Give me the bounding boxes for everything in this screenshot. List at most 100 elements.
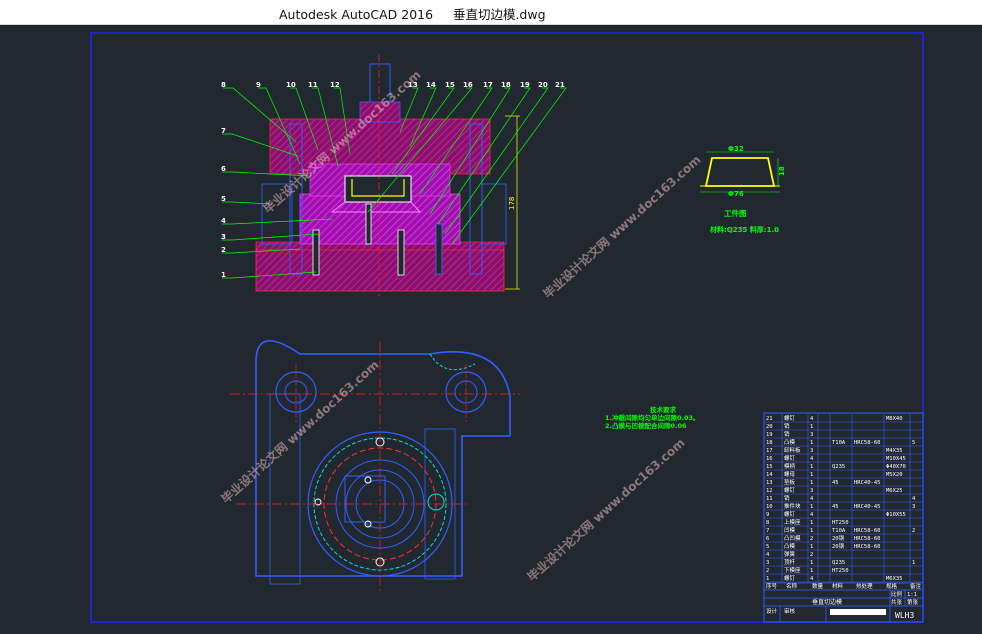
svg-text:20: 20: [538, 81, 548, 89]
parts-list-cell: 10: [766, 504, 773, 510]
svg-text:第张: 第张: [907, 598, 919, 606]
parts-list-cell: 1: [810, 424, 813, 430]
parts-list-cell: 销: [784, 494, 790, 502]
svg-text:10: 10: [286, 81, 296, 89]
svg-text:5: 5: [221, 195, 226, 203]
svg-text:1.冲裁间隙均匀单边间隙0.03。: 1.冲裁间隙均匀单边间隙0.03。: [605, 413, 700, 422]
parts-list-cell: 18: [766, 440, 773, 446]
parts-list-cell: 2: [810, 552, 813, 558]
parts-list-cell: 19: [766, 432, 773, 438]
workpiece-caption: 工件图: [724, 208, 747, 218]
svg-text:19: 19: [520, 81, 530, 89]
parts-list-cell: 4: [810, 416, 814, 422]
parts-list-cell: 8: [766, 520, 769, 526]
parts-list-cell: 螺钉: [784, 414, 796, 422]
parts-list-cell: 2: [766, 568, 769, 574]
parts-list-cell: 4: [810, 496, 814, 502]
svg-text:备注: 备注: [910, 582, 922, 590]
parts-list-cell: 螺钉: [784, 510, 796, 518]
parts-list-cell: 凸凹模: [784, 534, 801, 542]
parts-list-cell: 1: [810, 504, 813, 510]
drawing-frame: [90, 32, 924, 623]
svg-text:共张: 共张: [891, 598, 903, 606]
drawing-canvas[interactable]: 178 8 9 10 11 12 13 14 15 16 17 18 19 20…: [0, 24, 982, 634]
workpiece-side-dim: 18: [778, 166, 786, 176]
svg-text:9: 9: [256, 81, 261, 89]
title-block: 21 螺钉 4 M8X4020 销 119 销 318 凸模 1 T10A HRC58-60 517 卸料…: [763, 412, 924, 623]
parts-list-cell: 11: [766, 496, 773, 502]
parts-list-cell: 1: [912, 560, 915, 566]
parts-list-cell: 上模座: [784, 518, 801, 526]
svg-text:比例: 比例: [891, 590, 903, 598]
workpiece-bottom-dim: Φ76: [728, 190, 744, 198]
parts-list-cell: 推件块: [784, 502, 801, 510]
parts-list-cell: 4: [912, 496, 916, 502]
parts-list-cell: 45: [832, 480, 839, 486]
parts-list-cell: 螺钉: [784, 574, 796, 582]
parts-list-cell: 16: [766, 456, 773, 462]
parts-list-cell: 凸模: [784, 542, 796, 550]
svg-text:1: 1: [221, 271, 226, 279]
svg-text:15: 15: [445, 81, 455, 89]
parts-list-cell: 20钢: [832, 542, 845, 550]
parts-list-cell: 20: [766, 424, 773, 430]
svg-text:2.凸模与凹模配合间隙0.06: 2.凸模与凹模配合间隙0.06: [605, 421, 687, 430]
svg-text:7: 7: [221, 127, 226, 135]
svg-text:审核: 审核: [784, 607, 796, 615]
parts-list-cell: 21: [766, 416, 773, 422]
parts-list-cell: Q235: [832, 560, 845, 566]
parts-list-cell: 螺钉: [784, 454, 796, 462]
parts-list-cell: 弹簧: [784, 550, 796, 558]
parts-list-cell: 4: [810, 456, 814, 462]
tb-drawing-no: WLH3: [895, 611, 914, 620]
parts-list-cell: 5: [766, 544, 769, 550]
parts-list-cell: M10X45: [886, 456, 906, 462]
workpiece-view: Φ32 Φ76 18 工件图 材料:Q235 料厚:1.0: [700, 145, 786, 234]
parts-list-cell: 20钢: [832, 534, 845, 542]
parts-list-cell: 5: [912, 440, 915, 446]
plan-view: [230, 339, 520, 594]
svg-text:16: 16: [463, 81, 473, 89]
parts-list-cell: 销: [784, 430, 790, 438]
parts-list-cell: HRC58-60: [854, 544, 881, 550]
parts-list-cell: 3: [912, 504, 915, 510]
parts-list-cell: 1: [810, 472, 813, 478]
parts-list-cell: 12: [766, 488, 773, 494]
parts-list-cell: 13: [766, 480, 773, 486]
parts-list-cell: HT250: [832, 520, 849, 526]
part-labels-left: 7 6 5 4 3 2 1: [221, 127, 226, 279]
parts-list-cell: T10A: [832, 440, 846, 446]
parts-list-cell: 15: [766, 464, 773, 470]
parts-list-cell: 1: [810, 528, 813, 534]
svg-text:11: 11: [308, 81, 318, 89]
parts-list-cell: 卸料板: [784, 446, 801, 454]
parts-list-cell: 1: [810, 568, 813, 574]
svg-text:技术要求: 技术要求: [650, 405, 677, 414]
parts-list-cell: T10A: [832, 528, 846, 534]
parts-list-cell: HRC58-60: [854, 528, 881, 534]
cad-drawing[interactable]: 178 8 9 10 11 12 13 14 15 16 17 18 19 20…: [0, 24, 982, 634]
parts-list-cell: 1: [810, 544, 813, 550]
tb-header: 序号: [766, 582, 778, 590]
parts-list-cell: HRC58-60: [854, 440, 881, 446]
parts-list-cell: 4: [810, 512, 814, 518]
tb-scale: 1:1: [907, 592, 917, 598]
svg-text:6: 6: [221, 165, 226, 173]
parts-list-rows: 21 螺钉 4 M8X4020 销 119 销 318 凸模 1 T10A HRC58-60 517 卸料…: [763, 414, 924, 583]
parts-list-cell: M5X20: [886, 472, 903, 478]
parts-list-cell: 3: [810, 448, 813, 454]
workpiece-top-dim: Φ32: [728, 145, 744, 153]
tb-drawing-name: 垂直切边模: [812, 598, 842, 606]
parts-list-cell: Φ10X55: [886, 512, 906, 518]
svg-text:4: 4: [221, 217, 226, 225]
svg-text:名称: 名称: [786, 582, 798, 590]
parts-list-cell: 4: [766, 552, 770, 558]
parts-list-cell: 6: [766, 536, 769, 542]
parts-list-cell: 销: [784, 422, 790, 430]
parts-list-cell: HRC58-60: [854, 536, 881, 542]
parts-list-cell: HT250: [832, 568, 849, 574]
svg-text:材料: 材料: [832, 582, 844, 590]
parts-list-cell: 17: [766, 448, 773, 454]
parts-list-cell: 下模座: [784, 566, 801, 574]
parts-list-cell: 14: [766, 472, 773, 478]
